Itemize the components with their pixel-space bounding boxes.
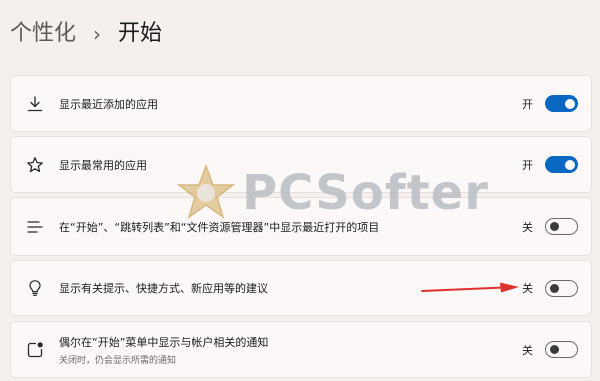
setting-row-recently-added[interactable]: 显示最近添加的应用 开 <box>10 75 592 132</box>
toggle-state-label: 关 <box>522 343 533 357</box>
toggle-knob <box>550 283 559 293</box>
toggle-state-label: 关 <box>522 220 533 234</box>
toggle-knob <box>564 159 575 170</box>
breadcrumb: 个性化 › 开始 <box>10 14 162 54</box>
breadcrumb-separator: › <box>93 22 102 46</box>
toggle-switch[interactable] <box>545 95 578 112</box>
setting-title: 偶尔在“开始”菜单中显示与帐户相关的通知 <box>59 335 269 349</box>
setting-title: 显示最近添加的应用 <box>59 97 158 111</box>
toggle-state-label: 关 <box>522 282 533 295</box>
download-arrow-icon <box>25 94 45 114</box>
toggle-switch[interactable] <box>545 218 578 235</box>
star-logo-icon <box>176 163 236 219</box>
setting-subtitle: 关闭时，仍会显示所需的通知 <box>59 355 177 366</box>
toggle-state-label: 开 <box>522 97 533 111</box>
toggle-switch[interactable] <box>545 156 578 173</box>
watermark-text: PCSofter <box>242 165 489 221</box>
setting-row-account-notifications[interactable]: 偶尔在“开始”菜单中显示与帐户相关的通知 关闭时，仍会显示所需的通知 关 <box>10 321 592 378</box>
notification-dot-icon <box>25 340 45 360</box>
lightbulb-icon <box>25 278 45 298</box>
breadcrumb-parent-link[interactable]: 个性化 <box>10 14 76 54</box>
toggle-knob <box>564 98 575 109</box>
watermark-logo: PCSofter <box>176 162 489 224</box>
toggle-knob <box>550 222 559 231</box>
toggle-switch[interactable] <box>545 341 578 358</box>
annotation-arrow <box>421 282 519 293</box>
toggle-knob <box>550 345 559 354</box>
star-icon <box>25 155 45 175</box>
toggle-switch[interactable] <box>545 279 578 297</box>
list-lines-icon <box>25 217 45 237</box>
toggle-state-label: 开 <box>522 158 533 172</box>
page-title: 开始 <box>118 21 163 46</box>
